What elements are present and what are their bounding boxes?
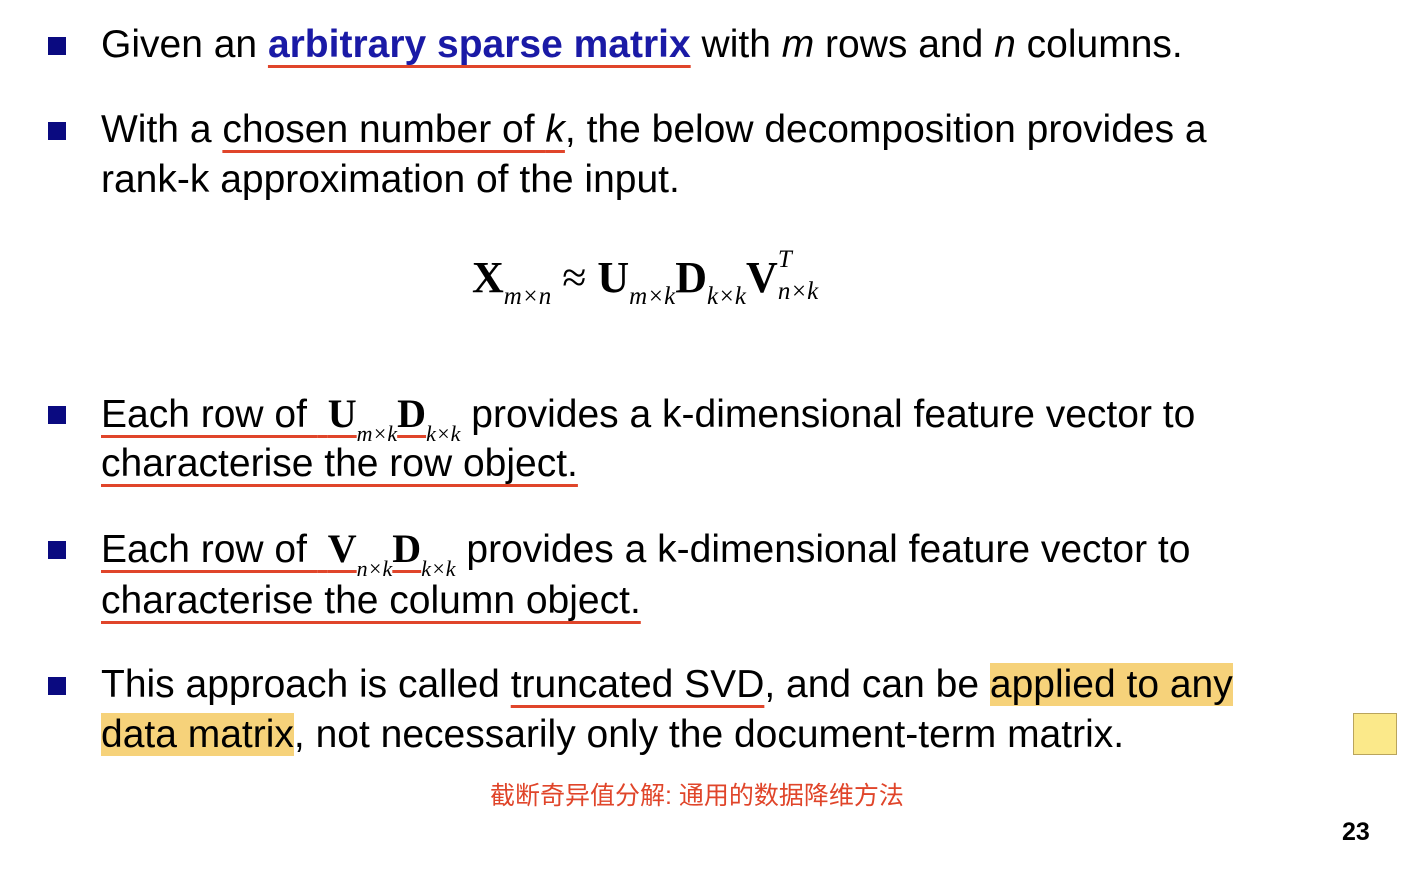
matrix-x: X bbox=[472, 253, 504, 302]
matrix-v: V bbox=[746, 253, 778, 302]
matrix-v: V bbox=[327, 526, 357, 571]
variable-n: n bbox=[994, 23, 1016, 66]
bullet-1-text: Given an arbitrary sparse matrix with m … bbox=[101, 22, 1183, 68]
text: chosen number of bbox=[222, 108, 546, 151]
underlined-each-row-of-vd: Each row of Vn×kDk×k bbox=[101, 526, 456, 581]
bullet-3-line-1: Each row of Um×kDk×k provides a k-dimens… bbox=[101, 391, 1196, 446]
emphasis-arbitrary-sparse-matrix: arbitrary sparse matrix bbox=[267, 23, 691, 66]
text: Given an bbox=[101, 23, 268, 66]
variable-k: k bbox=[545, 108, 565, 151]
text: , the below decomposition provides a bbox=[564, 108, 1207, 151]
subscript: m×k bbox=[629, 283, 676, 310]
bullet-3-line-2: characterise the row object. bbox=[101, 441, 578, 487]
sticky-note-icon[interactable] bbox=[1353, 713, 1397, 755]
highlighted-text: data matrix bbox=[101, 713, 294, 756]
underlined-each-row-of-ud: Each row of Um×kDk×k bbox=[101, 391, 461, 446]
subscript: k×k bbox=[706, 283, 747, 310]
approx-sign: ≈ bbox=[551, 253, 598, 302]
matrix-d: D bbox=[397, 391, 427, 436]
text: columns. bbox=[1015, 23, 1183, 66]
underlined-truncated-svd: truncated SVD bbox=[510, 663, 765, 706]
text: provides a k-dimensional feature vector … bbox=[455, 528, 1191, 571]
v-indices: Tn×k bbox=[778, 246, 830, 305]
matrix-d: D bbox=[675, 253, 707, 302]
text: rows and bbox=[814, 23, 995, 66]
matrix-u: U bbox=[327, 391, 357, 436]
bullet-marker bbox=[48, 406, 66, 424]
variable-m: m bbox=[781, 23, 815, 66]
bullet-2-line-2: rank-k approximation of the input. bbox=[101, 158, 680, 201]
text: , and can be bbox=[764, 663, 990, 706]
matrix-u: U bbox=[597, 253, 630, 302]
text: provides a k-dimensional feature vector … bbox=[460, 393, 1196, 436]
bullet-4-line-2: characterise the column object. bbox=[101, 578, 641, 624]
inline-math-vd: Vn×kDk×k bbox=[318, 526, 456, 581]
underlined-text: characterise the column object. bbox=[101, 579, 641, 622]
highlighted-text: applied to any bbox=[989, 663, 1233, 706]
bullet-5-line-2: data matrix, not necessarily only the do… bbox=[101, 712, 1124, 758]
bullet-2-line-1: With a chosen number of k, the below dec… bbox=[101, 107, 1207, 153]
decomposition-equation: Xm×n ≈ Um×kDk×kV Tn×k bbox=[472, 246, 830, 310]
matrix-d: D bbox=[392, 526, 422, 571]
bullet-marker bbox=[48, 677, 66, 695]
text: This approach is called bbox=[101, 663, 511, 706]
bullet-4-line-1: Each row of Vn×kDk×k provides a k-dimens… bbox=[101, 526, 1191, 581]
text: with bbox=[690, 23, 782, 66]
subscript: m×n bbox=[503, 283, 552, 310]
text: , not necessarily only the document-term… bbox=[293, 713, 1125, 756]
text: With a bbox=[101, 108, 223, 151]
page-number: 23 bbox=[1342, 818, 1370, 846]
text: Each row of bbox=[101, 393, 318, 436]
subscript: n×k bbox=[777, 278, 819, 305]
annotation-note: 截断奇异值分解: 通用的数据降维方法 bbox=[490, 782, 904, 810]
bullet-marker bbox=[48, 541, 66, 559]
bullet-marker bbox=[48, 122, 66, 140]
underlined-text: characterise the row object. bbox=[101, 442, 578, 485]
underlined-chosen-number-of-k: chosen number of k bbox=[222, 108, 565, 151]
inline-math-ud: Um×kDk×k bbox=[318, 391, 461, 446]
text: Each row of bbox=[101, 528, 318, 571]
bullet-marker bbox=[48, 37, 66, 55]
superscript: T bbox=[777, 246, 792, 273]
bullet-5-line-1: This approach is called truncated SVD, a… bbox=[101, 662, 1233, 708]
